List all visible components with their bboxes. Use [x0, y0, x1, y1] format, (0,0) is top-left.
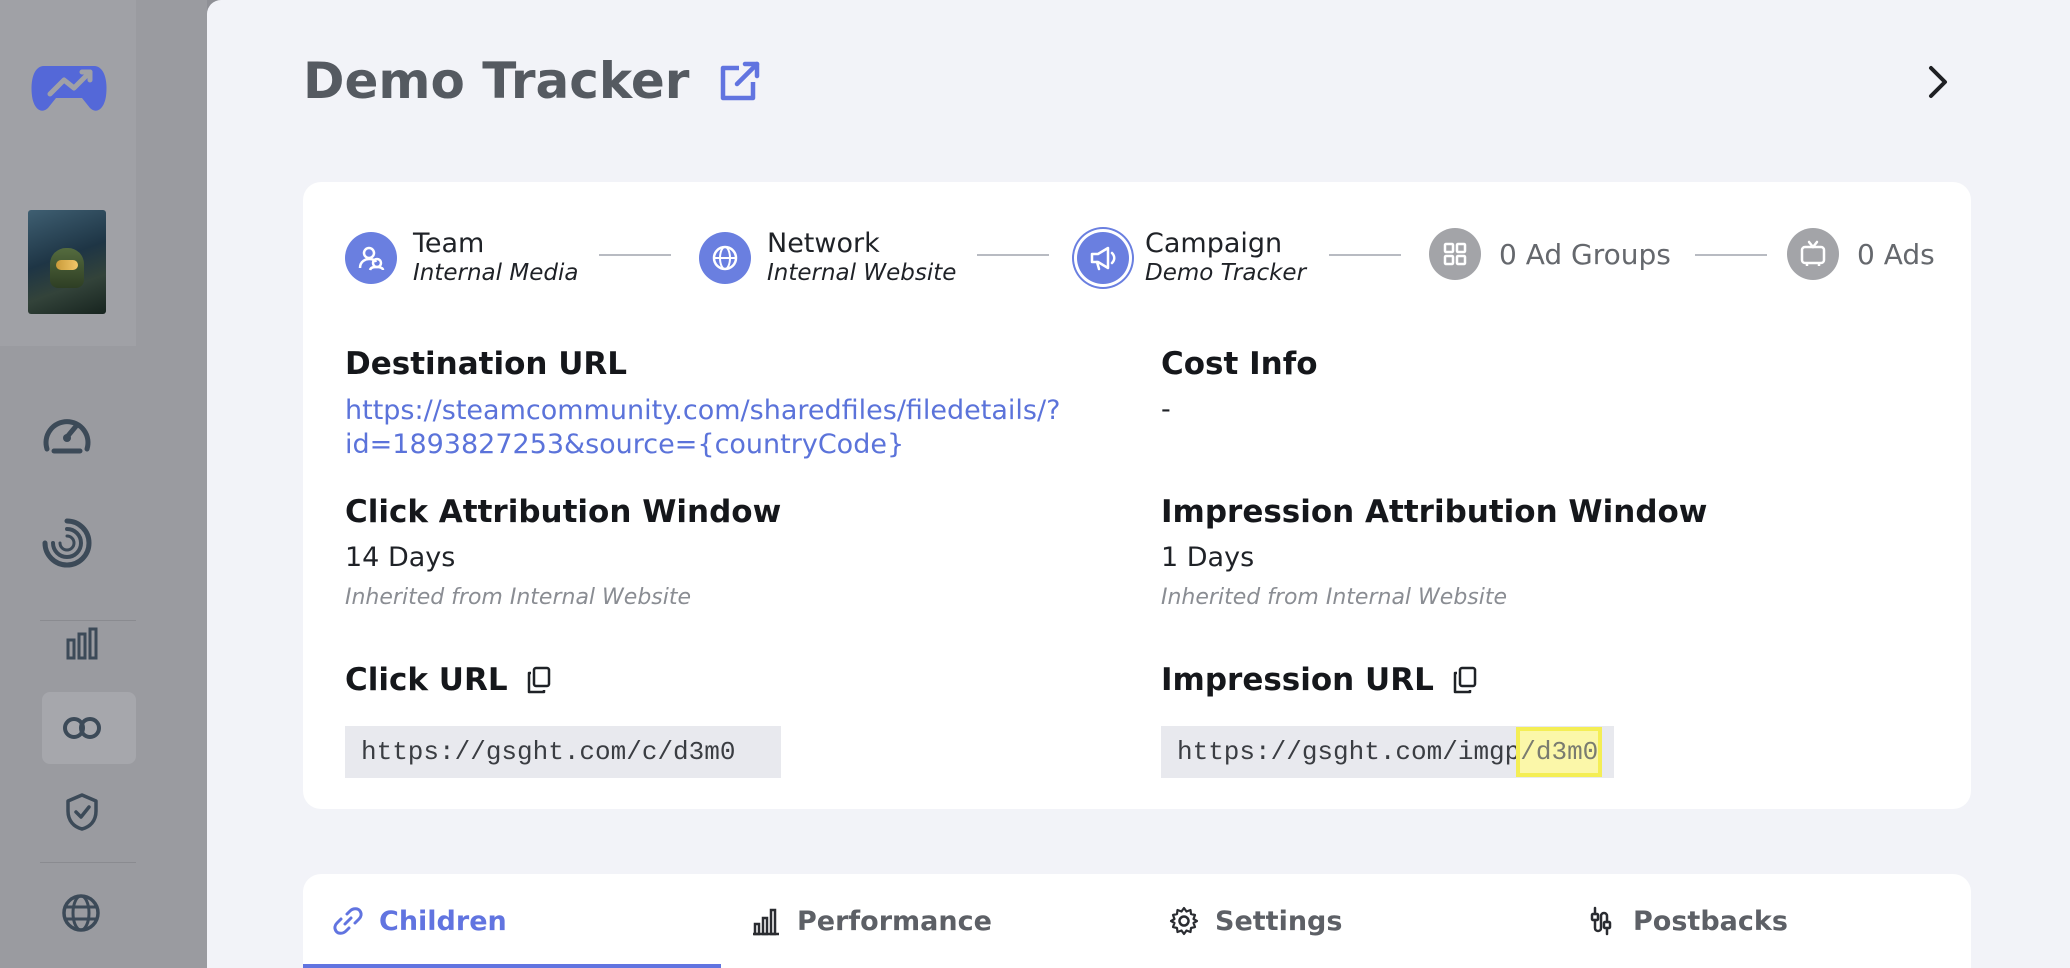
tab-label: Settings	[1215, 905, 1343, 937]
click-url-section: Click URL	[345, 662, 552, 698]
cost-info-value: -	[1161, 394, 1171, 425]
copy-icon[interactable]	[526, 666, 552, 694]
tab-settings[interactable]: Settings	[1169, 874, 1342, 968]
link-icon	[333, 906, 363, 936]
step-label: Team	[413, 228, 485, 259]
breadcrumb-network[interactable]: Network Internal Website	[699, 228, 956, 288]
tv-icon	[1787, 228, 1839, 280]
step-connector	[1695, 254, 1767, 256]
tab-label: Postbacks	[1633, 905, 1788, 937]
step-label: Campaign	[1145, 228, 1283, 259]
destination-url-section: Destination URL https://steamcommunity.c…	[345, 346, 1085, 462]
step-value: Internal Website	[767, 260, 957, 287]
spiral-icon[interactable]	[38, 514, 96, 572]
destination-url-line1: https://steamcommunity.com/sharedfiles/f…	[345, 395, 1061, 426]
impression-attribution-value: 1 Days	[1161, 542, 1255, 573]
step-value: Internal Media	[413, 260, 579, 287]
step-label: Network	[767, 228, 880, 259]
breadcrumb-ads[interactable]: 0 Ads	[1787, 228, 1935, 280]
gamesight-logo-icon[interactable]	[30, 58, 108, 118]
sidebar-game-selector[interactable]	[0, 178, 136, 346]
step-connector	[599, 254, 671, 256]
impression-attribution-section: Impression Attribution Window 1 Days Inh…	[1161, 494, 1707, 610]
tracker-info-card: Team Internal Media Network Internal Web…	[303, 182, 1971, 809]
globe-icon[interactable]	[58, 890, 104, 936]
grid-icon	[1429, 228, 1481, 280]
breadcrumb-ad-groups[interactable]: 0 Ad Groups	[1429, 228, 1671, 280]
chevron-right-icon[interactable]	[1923, 62, 1953, 102]
destination-url-line2: id=1893827253&source={countryCode}	[345, 429, 905, 460]
impression-url-prefix: https://gsght.com/imgp	[1177, 737, 1521, 767]
app-sidebar	[0, 0, 207, 968]
tracker-detail-panel: Demo Tracker Team Internal Media Network	[207, 0, 2070, 968]
step-connector	[977, 254, 1049, 256]
click-attribution-section: Click Attribution Window 14 Days Inherit…	[345, 494, 781, 610]
step-label: 0 Ads	[1857, 237, 1935, 271]
tab-performance[interactable]: Performance	[751, 874, 992, 968]
users-icon	[345, 231, 397, 284]
section-heading: Impression Attribution Window	[1161, 494, 1708, 530]
title-row: Demo Tracker	[303, 52, 761, 110]
shield-check-icon[interactable]	[62, 790, 102, 834]
megaphone-icon	[1077, 231, 1129, 284]
bar-chart-icon	[751, 906, 781, 936]
external-link-icon[interactable]	[719, 60, 761, 102]
breadcrumb-campaign[interactable]: Campaign Demo Tracker	[1077, 228, 1306, 288]
impression-url-value[interactable]: https://gsght.com/imgp/d3m0	[1161, 726, 1615, 778]
tab-label: Performance	[797, 905, 992, 937]
impression-attribution-note: Inherited from Internal Website	[1161, 585, 1508, 610]
breadcrumb-team[interactable]: Team Internal Media	[345, 228, 578, 288]
section-heading: Impression URL	[1161, 662, 1434, 698]
step-connector	[1329, 254, 1401, 256]
step-value: Demo Tracker	[1145, 260, 1307, 287]
bar-chart-icon[interactable]	[62, 622, 102, 664]
click-attribution-value: 14 Days	[345, 542, 456, 573]
link-icon[interactable]	[60, 710, 104, 746]
cable-icon	[1587, 906, 1617, 936]
game-cover-image	[28, 210, 106, 314]
sidebar-header	[0, 0, 136, 178]
gear-icon	[1169, 906, 1199, 936]
click-attribution-note: Inherited from Internal Website	[345, 585, 692, 610]
globe-icon	[699, 231, 751, 284]
detail-tabs: Children Performance Settings Postbacks	[303, 874, 1971, 968]
active-tab-indicator	[303, 964, 721, 968]
destination-url-link[interactable]: https://steamcommunity.com/sharedfiles/f…	[345, 394, 1085, 462]
click-url-value[interactable]: https://gsght.com/c/d3m0	[345, 726, 781, 778]
tab-label: Children	[379, 905, 507, 937]
section-heading: Click Attribution Window	[345, 494, 782, 530]
page-title: Demo Tracker	[303, 52, 690, 110]
section-heading: Cost Info	[1161, 346, 1318, 382]
section-heading: Destination URL	[345, 346, 628, 382]
dashboard-gauge-icon[interactable]	[40, 406, 94, 460]
tab-children[interactable]: Children	[333, 874, 507, 968]
impression-url-highlight: /d3m0	[1516, 727, 1603, 777]
copy-icon[interactable]	[1452, 666, 1478, 694]
section-heading: Click URL	[345, 662, 508, 698]
cost-info-section: Cost Info -	[1161, 346, 1318, 425]
impression-url-section: Impression URL	[1161, 662, 1478, 698]
tab-postbacks[interactable]: Postbacks	[1587, 874, 1788, 968]
step-label: 0 Ad Groups	[1499, 237, 1671, 271]
